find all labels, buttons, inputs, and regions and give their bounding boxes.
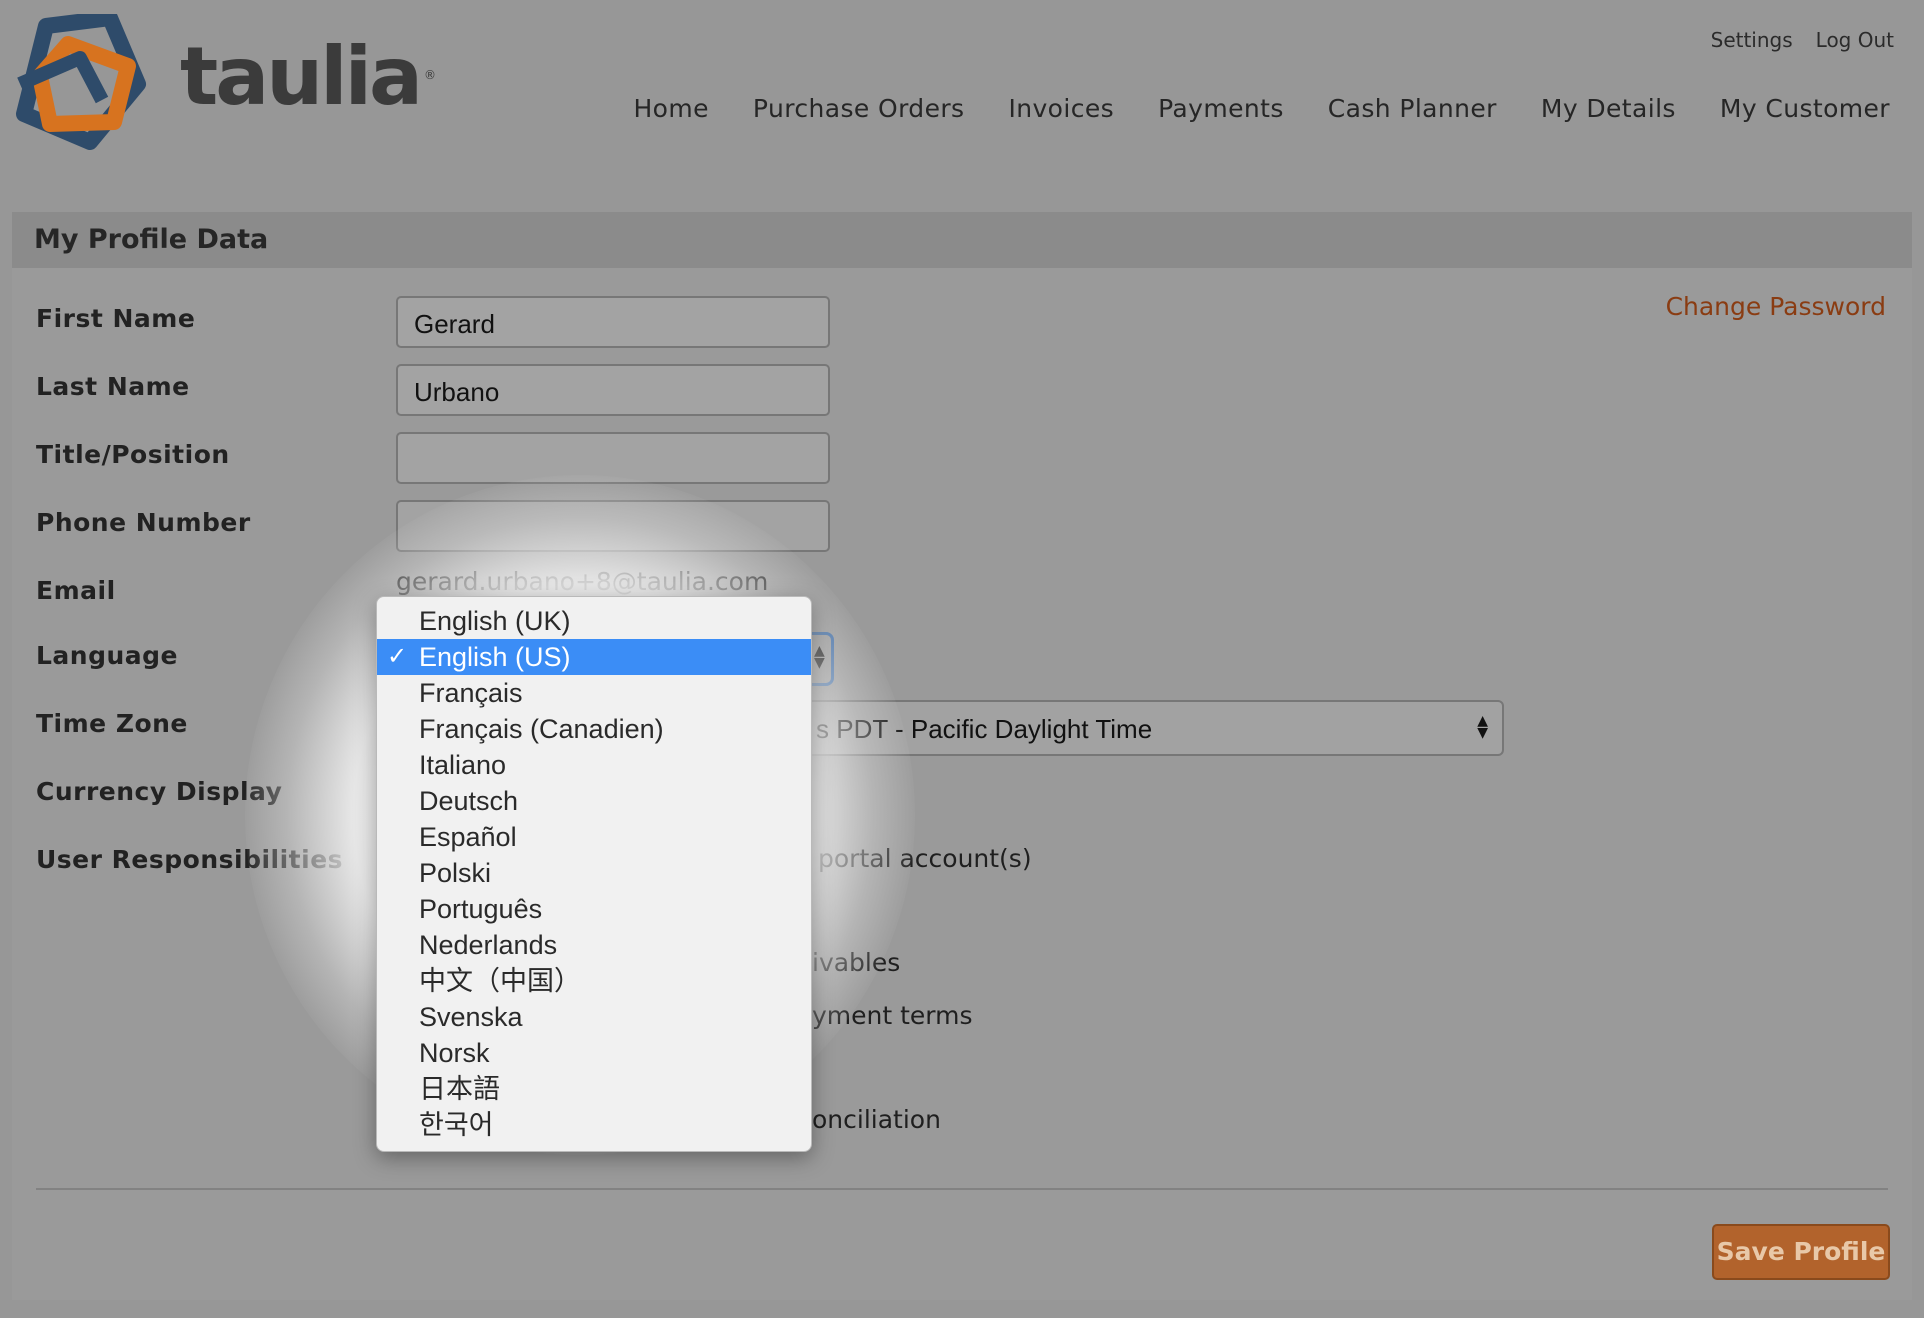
time-zone-label: Time Zone — [36, 709, 188, 738]
nav-payments[interactable]: Payments — [1158, 94, 1284, 123]
change-password-link[interactable]: Change Password — [1666, 292, 1886, 321]
language-option[interactable]: Svenska — [377, 999, 811, 1035]
language-option[interactable]: Français (Canadien) — [377, 711, 811, 747]
language-option[interactable]: Nederlands — [377, 927, 811, 963]
page-title: My Profile Data — [34, 224, 269, 255]
select-arrows-icon: ▲ ▼ — [814, 643, 825, 671]
taulia-logo[interactable]: taulia ® — [10, 14, 436, 150]
phone-number-field[interactable] — [396, 500, 830, 552]
first-name-field[interactable]: Gerard — [396, 296, 830, 348]
language-option[interactable]: Deutsch — [377, 783, 811, 819]
last-name-label: Last Name — [36, 372, 190, 401]
language-option[interactable]: 日本語 — [377, 1071, 811, 1107]
divider — [36, 1188, 1888, 1190]
language-option[interactable]: Français — [377, 675, 811, 711]
currency-display-label: Currency Display — [36, 777, 283, 806]
responsibility-item: yment terms — [812, 1001, 973, 1030]
title-position-label: Title/Position — [36, 440, 230, 469]
checkmark-icon: ✓ — [387, 643, 408, 670]
time-zone-select[interactable]: s PDT - Pacific Daylight Time ▲ ▼ — [796, 700, 1504, 756]
language-option[interactable]: Español — [377, 819, 811, 855]
language-label: Language — [36, 641, 179, 670]
phone-number-label: Phone Number — [36, 508, 251, 537]
save-profile-button[interactable]: Save Profile — [1712, 1224, 1890, 1280]
language-option-selected[interactable]: ✓ English (US) — [377, 639, 811, 675]
language-dropdown-menu: English (UK) ✓ English (US) Français Fra… — [376, 596, 812, 1152]
panel-header: My Profile Data — [12, 212, 1912, 268]
nav-invoices[interactable]: Invoices — [1008, 94, 1114, 123]
responsibility-item: onciliation — [812, 1105, 941, 1134]
logo-wordmark: taulia ® — [180, 30, 437, 123]
nav-cash-planner[interactable]: Cash Planner — [1328, 94, 1497, 123]
nav-purchase-orders[interactable]: Purchase Orders — [753, 94, 965, 123]
email-label: Email — [36, 576, 116, 605]
language-option[interactable]: English (UK) — [377, 603, 811, 639]
nav-my-customer[interactable]: My Customer — [1720, 94, 1890, 123]
nav-my-details[interactable]: My Details — [1541, 94, 1676, 123]
logout-link[interactable]: Log Out — [1816, 28, 1894, 52]
settings-link[interactable]: Settings — [1711, 28, 1793, 52]
time-zone-value: s PDT - Pacific Daylight Time — [816, 714, 1153, 744]
language-option[interactable]: Polski — [377, 855, 811, 891]
main-nav: Home Purchase Orders Invoices Payments C… — [633, 94, 1890, 123]
top-links: Settings Log Out — [1711, 28, 1894, 52]
profile-panel: My Profile Data Change Password First Na… — [12, 212, 1912, 1300]
taulia-logo-icon — [16, 14, 146, 150]
language-option[interactable]: Italiano — [377, 747, 811, 783]
language-option[interactable]: Norsk — [377, 1035, 811, 1071]
select-arrows-icon: ▲ ▼ — [1477, 713, 1488, 741]
title-position-field[interactable] — [396, 432, 830, 484]
language-option[interactable]: Português — [377, 891, 811, 927]
responsibility-item: ivables — [812, 948, 901, 977]
first-name-label: First Name — [36, 304, 196, 333]
language-option[interactable]: 한국어 — [377, 1107, 811, 1143]
language-select[interactable]: ▲ ▼ — [812, 632, 834, 686]
email-value: gerard.urbano+8@taulia.com — [396, 567, 769, 596]
nav-home[interactable]: Home — [633, 94, 708, 123]
language-option[interactable]: 中文（中国） — [377, 963, 811, 999]
user-responsibilities-label: User Responsibilities — [36, 845, 344, 874]
language-option-label: English (US) — [419, 642, 571, 672]
last-name-field[interactable]: Urbano — [396, 364, 830, 416]
responsibility-item: portal account(s) — [818, 844, 1032, 873]
